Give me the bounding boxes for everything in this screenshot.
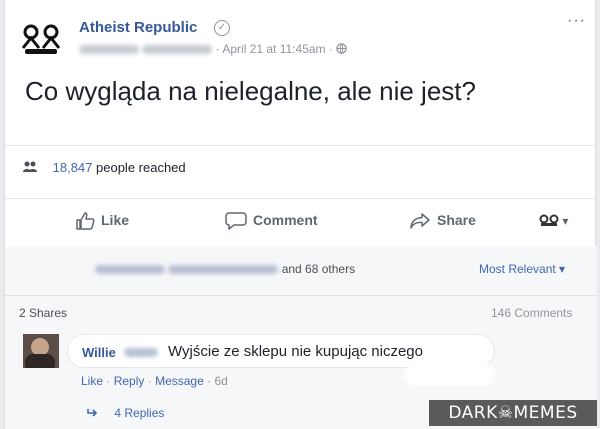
blurred-name <box>79 45 139 55</box>
reach-count: 18,847 <box>52 160 93 175</box>
chevron-down-icon: ▾ <box>559 262 566 276</box>
commenter-avatar[interactable] <box>23 334 59 368</box>
blurred-name <box>95 265 165 275</box>
reactions-others: and 68 others <box>281 262 356 276</box>
comment-button[interactable]: Comment <box>225 212 318 231</box>
page-name-link[interactable]: Atheist Republic <box>79 19 197 36</box>
redaction-smudge <box>405 364 495 386</box>
comment-reply-link[interactable]: Reply <box>114 374 145 388</box>
sort-label: Most Relevant <box>479 262 556 276</box>
blurred-name <box>142 45 213 55</box>
reach-stats[interactable]: 18,847 people reached <box>23 160 186 175</box>
comment-label: Comment <box>253 212 318 228</box>
post-subline: · April 21 at 11:45am · <box>79 42 347 56</box>
blurred-name <box>124 348 158 357</box>
post-timestamp[interactable]: April 21 at 11:45am <box>222 42 325 56</box>
page-avatar[interactable] <box>19 18 63 58</box>
reply-arrow-icon <box>87 406 102 420</box>
blurred-name <box>168 265 279 275</box>
post-as-selector[interactable]: ▾ <box>539 214 568 228</box>
thumbs-up-icon <box>75 212 101 231</box>
more-options-button[interactable]: ··· <box>567 12 586 30</box>
divider <box>5 198 597 199</box>
speech-bubble-icon <box>225 212 253 231</box>
like-label: Like <box>101 212 130 228</box>
separator: · <box>207 374 212 388</box>
watermark-logo: DARK☠MEMES <box>429 400 597 426</box>
comment-bubble: Willie Wyjście ze sklepu nie kupując nic… <box>67 334 495 368</box>
people-icon <box>23 161 39 175</box>
post-text: Co wygląda na nielegalne, ale nie jest? <box>25 76 476 106</box>
like-button[interactable]: Like <box>75 212 130 231</box>
share-label: Share <box>437 212 476 228</box>
page-mini-avatar-icon <box>539 214 562 228</box>
share-button[interactable]: Share <box>409 212 476 230</box>
sort-comments-dropdown[interactable]: Most Relevant ▾ <box>479 262 565 276</box>
globe-icon <box>336 42 347 56</box>
comment-age: 6d <box>214 374 228 388</box>
comment-text: Wyjście ze sklepu nie kupując niczego <box>168 343 423 360</box>
shares-count[interactable]: 2 Shares <box>19 306 67 320</box>
verified-badge-icon: ✓ <box>214 20 230 36</box>
comment-author[interactable]: Willie <box>82 345 116 360</box>
replies-label: 4 Replies <box>114 406 165 420</box>
comment-message-link[interactable]: Message <box>155 374 204 388</box>
divider <box>5 145 597 146</box>
separator: · <box>328 42 333 56</box>
reach-label: people reached <box>96 160 186 175</box>
divider <box>5 295 597 296</box>
comment-like-link[interactable]: Like <box>81 374 103 388</box>
comment-actions: Like · Reply · Message · 6d <box>81 374 228 388</box>
share-arrow-icon <box>409 212 437 230</box>
separator: · <box>215 42 220 56</box>
view-replies-link[interactable]: 4 Replies <box>87 406 164 420</box>
separator: · <box>106 374 111 388</box>
comments-count[interactable]: 146 Comments <box>491 306 572 320</box>
reactions-summary[interactable]: and 68 others <box>95 262 355 276</box>
separator: · <box>147 374 152 388</box>
chevron-down-icon: ▾ <box>562 214 569 228</box>
post-card: Atheist Republic ✓ · April 21 at 11:45am… <box>4 0 597 429</box>
